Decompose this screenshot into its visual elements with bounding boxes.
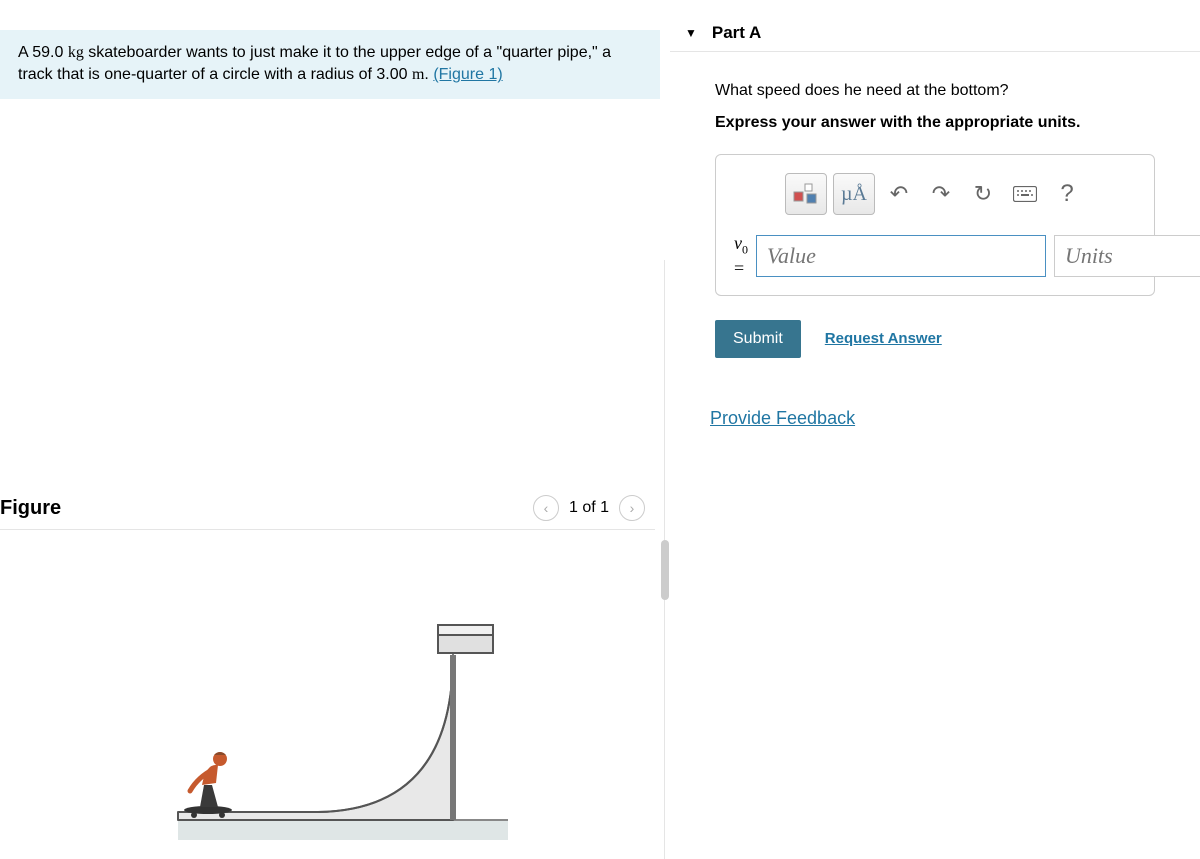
question-text: What speed does he need at the bottom? — [715, 82, 1200, 100]
templates-button[interactable] — [785, 173, 827, 215]
undo-icon: ↶ — [890, 181, 908, 207]
reset-icon: ↻ — [974, 181, 992, 207]
symbols-button[interactable]: µÅ — [833, 173, 875, 215]
units-input[interactable] — [1054, 235, 1200, 277]
figure-page-indicator: 1 of 1 — [569, 499, 609, 517]
part-label: Part A — [712, 23, 761, 43]
templates-icon — [793, 183, 819, 205]
redo-icon: ↷ — [932, 181, 950, 207]
part-header[interactable]: ▼ Part A — [670, 15, 1200, 52]
problem-text-1: A 59.0 — [18, 44, 68, 61]
chevron-right-icon: › — [630, 500, 635, 516]
figure-next-button[interactable]: › — [619, 495, 645, 521]
figure-title: Figure — [0, 497, 61, 520]
instruction-text: Express your answer with the appropriate… — [715, 114, 1200, 132]
reset-button[interactable]: ↻ — [965, 176, 1001, 212]
request-answer-link[interactable]: Request Answer — [825, 330, 942, 347]
figure-image — [118, 570, 538, 850]
problem-text-3: . — [424, 66, 433, 83]
unit-m: m — [412, 66, 424, 83]
figure-prev-button[interactable]: ‹ — [533, 495, 559, 521]
unit-kg: kg — [68, 44, 84, 61]
chevron-left-icon: ‹ — [544, 500, 549, 516]
problem-statement: A 59.0 kg skateboarder wants to just mak… — [0, 30, 660, 99]
value-input[interactable] — [756, 235, 1046, 277]
keyboard-button[interactable] — [1007, 176, 1043, 212]
help-button[interactable]: ? — [1049, 176, 1085, 212]
undo-button[interactable]: ↶ — [881, 176, 917, 212]
caret-down-icon: ▼ — [685, 26, 697, 40]
figure-link[interactable]: (Figure 1) — [433, 66, 502, 83]
redo-button[interactable]: ↷ — [923, 176, 959, 212]
provide-feedback-link[interactable]: Provide Feedback — [710, 408, 855, 429]
keyboard-icon — [1013, 186, 1037, 202]
submit-button[interactable]: Submit — [715, 320, 801, 358]
problem-text-2: skateboarder wants to just make it to th… — [18, 44, 611, 83]
answer-box: µÅ ↶ ↷ ↻ — [715, 154, 1155, 296]
pane-divider[interactable] — [660, 260, 670, 859]
variable-label: v0 = — [734, 233, 748, 279]
